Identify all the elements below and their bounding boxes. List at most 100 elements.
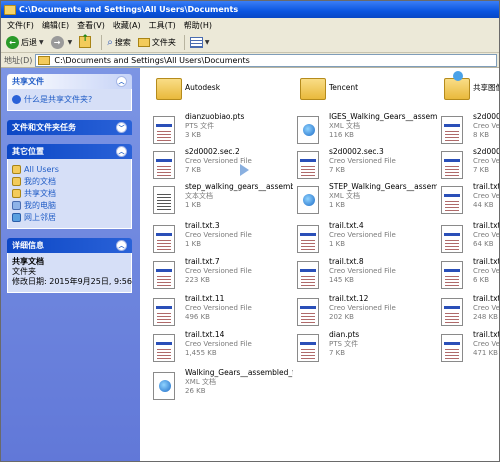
folder-icon [297,76,326,104]
menu-favorites[interactable]: 收藏(A) [109,20,145,31]
file-item[interactable]: dian.pts PTS 文件 7 KB [292,330,437,366]
xml-document-icon [297,186,319,214]
folders-button[interactable]: 文件夹 [136,33,178,51]
task-label: 什么是共享文件夹? [24,94,93,104]
file-text: dianzuobiao.pts PTS 文件 3 KB [185,112,293,140]
file-name: trail.txt.9 [473,257,499,266]
icon-grid [445,199,459,211]
views-button[interactable]: ▼ [188,33,212,51]
file-item[interactable]: Tencent [292,72,437,108]
file-text: step_walking_gears__assembled_...文本文档1 K… [185,182,293,210]
file-item[interactable]: 共享图像 [436,71,499,108]
file-item[interactable]: trail.txt.11 Creo Versioned File 496 KB [148,294,293,330]
place-my-computer[interactable]: 我的电脑 [12,199,127,211]
menu-tools[interactable]: 工具(T) [145,20,180,31]
file-item[interactable]: STEP_Walking_Gears__assembled_...XML 文档1… [292,182,437,218]
task-what-is-shared-folder[interactable]: 什么是共享文件夹? [12,93,127,105]
shared-files-header[interactable]: 共享文件 ︿ [7,74,132,89]
other-places-header[interactable]: 其它位置 ︿ [7,144,132,159]
file-name: step_walking_gears__assembled_... [185,182,293,191]
icon-titlebar [444,342,460,345]
folder-icon [153,76,182,104]
icon-titlebar [156,124,172,127]
file-text: s2d0002.sCreo Ve7 KB [473,147,499,175]
shared-folder-icon [441,71,470,104]
file-size: 496 KB [185,313,210,321]
file-text: Tencent [329,83,437,93]
icon-titlebar [156,269,172,272]
file-type: XML 文档 [185,378,216,386]
place-label: 我的文档 [24,176,56,186]
icon-grid [157,129,171,141]
toolbar-divider [183,34,185,50]
address-bar: 地址(D) C:\Documents and Settings\All User… [1,53,499,68]
icon-titlebar [156,233,172,236]
forward-button[interactable]: → ▼ [49,33,75,51]
place-all-users[interactable]: All Users [12,163,127,175]
file-item[interactable]: trail.txt.1Creo Ve44 KB [436,182,499,218]
place-shared-documents[interactable]: 共享文档 [12,187,127,199]
file-item[interactable]: Autodesk [148,72,293,108]
file-tasks-header[interactable]: 文件和文件夹任务 ﹀ [7,120,132,135]
file-text: dian.pts PTS 文件 7 KB [329,330,437,358]
file-type: Creo Ve [473,304,499,312]
versioned-file-icon [441,151,463,179]
file-item[interactable]: trail.txt.4 Creo Versioned File 1 KB [292,221,437,257]
file-item[interactable]: trail.txt.7 Creo Versioned File 223 KB [148,257,293,293]
file-item[interactable]: trail.txt.1Creo Ve471 KB [436,330,499,366]
collapse-icon[interactable]: ︿ [116,76,127,87]
menu-help[interactable]: 帮助(H) [180,20,216,31]
file-item[interactable]: trail.txt.8 Creo Versioned File 145 KB [292,257,437,293]
versioned-file-icon [153,225,175,253]
file-item[interactable]: s2d0002.sCreo Ve7 KB [436,147,499,183]
chevron-down-icon[interactable]: ▼ [68,39,73,46]
up-folder-button[interactable] [77,33,95,51]
file-item[interactable]: trail.txt.3 Creo Versioned File 1 KB [148,221,293,257]
file-item[interactable]: trail.txt.14 Creo Versioned File 1,455 KB [148,330,293,366]
back-button[interactable]: ← 后退 ▼ [4,33,46,51]
file-item[interactable]: step_walking_gears__assembled_...文本文档1 K… [148,182,293,218]
menu-view[interactable]: 查看(V) [73,20,109,31]
address-input[interactable]: C:\Documents and Settings\All Users\Docu… [35,53,497,67]
search-button[interactable]: ⌕ 搜索 [105,33,133,51]
file-item[interactable]: IGES_Walking_Gears__assembled_...XML 文档1… [292,112,437,148]
file-text: trail.txt.1Creo Ve44 KB [473,182,499,210]
file-text: Walking_Gears__assembled_f... XML 文档 26 KB [185,368,293,396]
place-network[interactable]: 网上邻居 [12,211,127,223]
network-icon [12,212,21,222]
file-item[interactable]: trail.txt.1Creo Ve248 KB [436,294,499,330]
file-item[interactable]: s2d0001.sCreo Ve8 KB [436,112,499,148]
file-item[interactable]: Walking_Gears__assembled_f... XML 文档 26 KB [148,368,293,404]
file-size: 248 KB [473,313,498,321]
menu-edit[interactable]: 编辑(E) [38,20,73,31]
file-size: 64 KB [473,240,494,248]
icon-titlebar [300,159,316,162]
icon-titlebar [300,306,316,309]
file-name: trail.txt.5 [473,221,499,230]
chevron-down-icon[interactable]: ▼ [205,39,210,46]
expand-icon[interactable]: ﹀ [116,122,127,133]
collapse-icon[interactable]: ︿ [116,146,127,157]
panel-title: 共享文件 [12,77,44,86]
shared-files-panel: 共享文件 ︿ 什么是共享文件夹? [7,74,132,111]
file-item[interactable]: dianzuobiao.pts PTS 文件 3 KB [148,112,293,148]
title-bar[interactable]: C:\Documents and Settings\All Users\Docu… [1,1,499,18]
menu-file[interactable]: 文件(F) [3,20,38,31]
collapse-icon[interactable]: ︿ [116,240,127,251]
file-item[interactable]: s2d0002.sec.3 Creo Versioned File 7 KB [292,147,437,183]
file-name: trail.txt.7 [185,257,220,266]
place-my-documents[interactable]: 我的文档 [12,175,127,187]
file-type: 文本文档 [185,192,213,200]
details-header[interactable]: 详细信息 ︿ [7,238,132,253]
file-name: trail.txt.1 [473,182,499,191]
file-item[interactable]: trail.txt.5Creo Ve64 KB [436,221,499,257]
chevron-down-icon[interactable]: ▼ [39,39,44,46]
file-name: s2d0002.sec.2 [185,147,240,156]
file-item[interactable]: s2d0002.sec.2 Creo Versioned File 7 KB [148,147,293,183]
versioned-file-icon [297,334,319,362]
file-item[interactable]: trail.txt.9Creo Ve6 KB [436,257,499,293]
file-item[interactable]: trail.txt.12 Creo Versioned File 202 KB [292,294,437,330]
menu-bar: 文件(F) 编辑(E) 查看(V) 收藏(A) 工具(T) 帮助(H) [1,18,499,32]
file-type: Creo Ve [473,231,499,239]
toolbar-divider [101,34,103,50]
